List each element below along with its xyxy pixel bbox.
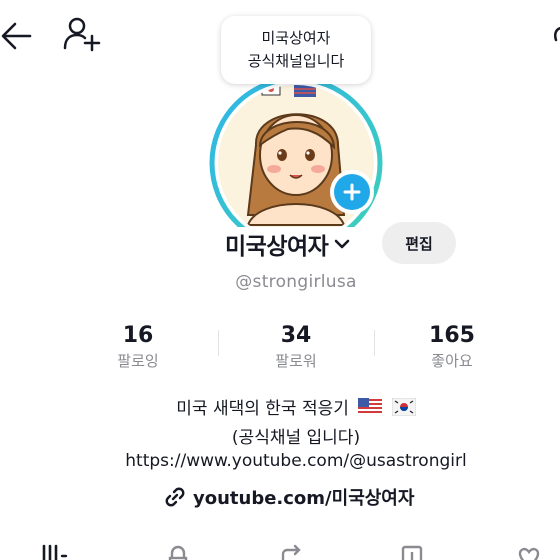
following-count: 16 (122, 323, 154, 348)
display-name-row[interactable]: 미국상여자 (225, 222, 352, 266)
following-label: 팔로잉 (117, 352, 159, 370)
likes-stat[interactable]: 165 좋아요 (362, 322, 542, 372)
grid-icon[interactable] (38, 542, 68, 560)
bio-line-1-row: 미국 새댁의 한국 적응기 (0, 394, 560, 419)
plus-icon (334, 174, 370, 210)
following-stat[interactable]: 16 팔로잉 (48, 322, 228, 372)
repost-icon[interactable] (277, 542, 307, 560)
korea-flag-icon (391, 398, 416, 416)
bio-url: https://www.youtube.com/@usastrongirl (125, 451, 467, 471)
add-story-button[interactable] (330, 170, 374, 214)
followers-count: 34 (280, 323, 312, 348)
bio-line-2: (공식채널 입니다) (231, 428, 361, 448)
username: @strongirlusa (235, 272, 357, 292)
profile-link[interactable]: youtube.com/미국상여자 (163, 484, 414, 510)
note-line-1: 미국상여자 (261, 29, 331, 47)
likes-label: 좋아요 (431, 352, 473, 370)
note-line-2: 공식채널입니다 (247, 52, 345, 70)
display-name: 미국상여자 (225, 234, 329, 260)
likes-count: 165 (429, 323, 475, 348)
back-arrow-icon[interactable] (0, 18, 36, 54)
us-flag-icon (358, 398, 383, 416)
add-user-icon[interactable] (62, 14, 102, 54)
link-icon (165, 487, 185, 507)
followers-label: 팔로워 (275, 352, 317, 370)
bio-line-1: 미국 새댁의 한국 적응기 (176, 399, 349, 419)
followers-stat[interactable]: 34 팔로워 (206, 322, 386, 372)
profile-note-bubble[interactable]: 미국상여자 공식채널입니다 (221, 16, 371, 84)
edit-profile-button[interactable]: 편집 (382, 222, 456, 264)
lock-icon[interactable] (163, 542, 193, 560)
profile-link-text: youtube.com/미국상여자 (193, 488, 415, 509)
saved-icon[interactable] (398, 542, 428, 560)
heart-icon[interactable] (514, 542, 544, 560)
chevron-down-icon (335, 239, 350, 249)
footprint-icon[interactable] (548, 20, 560, 52)
